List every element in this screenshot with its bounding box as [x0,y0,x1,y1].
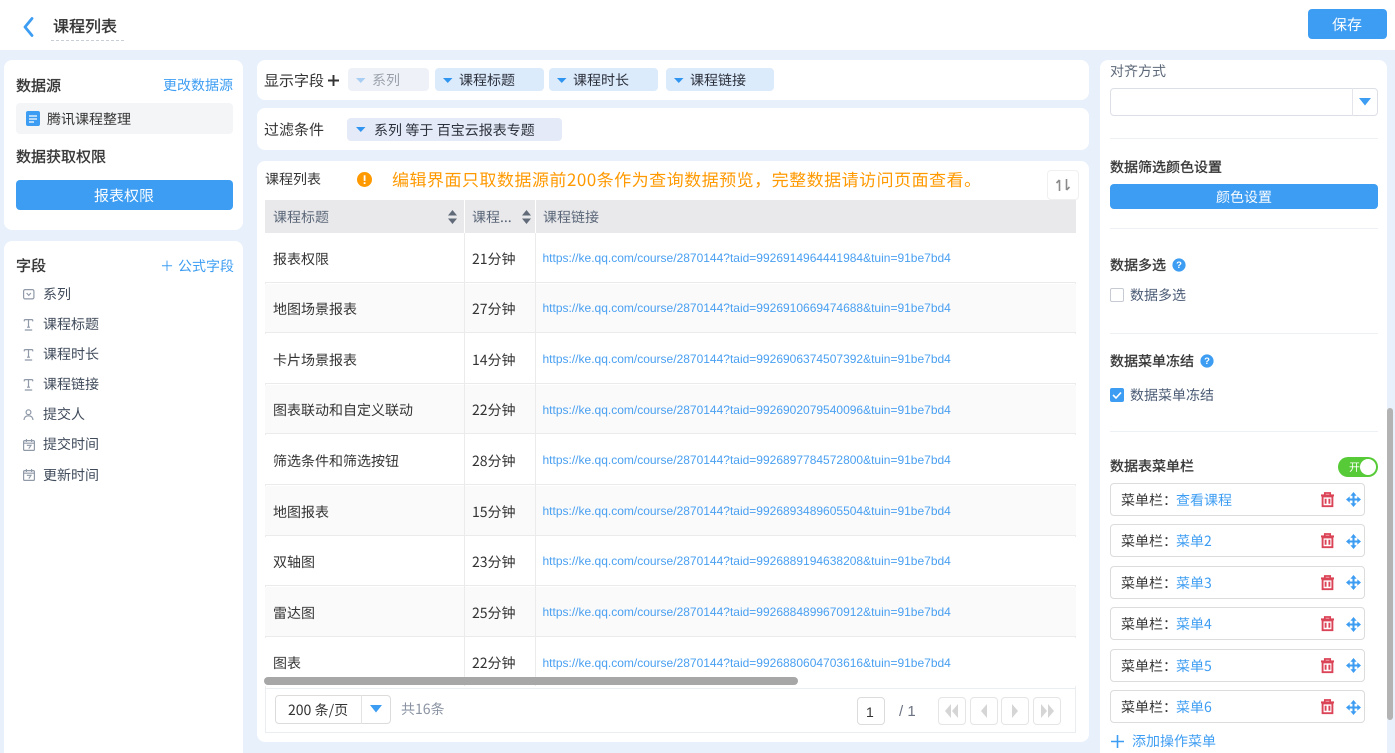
svg-text:?: ? [1204,356,1210,367]
svg-text:?: ? [1176,260,1182,271]
